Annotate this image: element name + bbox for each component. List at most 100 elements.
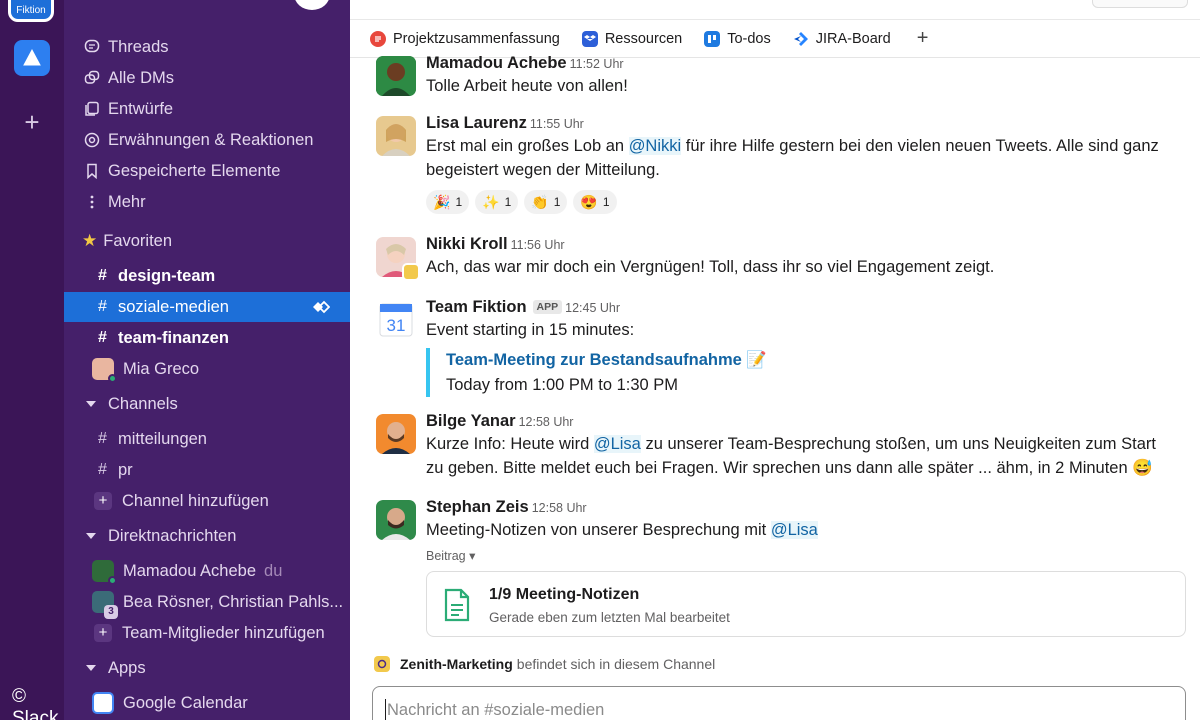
bookmarks-bar: Projektzusammenfassung Ressourcen To-dos… [350,20,1200,58]
dm-mia-greco[interactable]: Mia Greco [64,354,350,384]
avatar[interactable] [376,414,416,454]
reaction-heart-eyes[interactable]: 😍 1 [573,190,617,214]
sender-name[interactable]: Lisa Laurenz [426,114,527,132]
channel-design-team[interactable]: # design-team [64,261,350,291]
avatar[interactable] [376,500,416,540]
timestamp[interactable]: 11:52 Uhr [570,57,624,71]
user-avatar[interactable] [294,0,330,10]
post-attachment[interactable]: 1/9 Meeting-Notizen Gerade eben zum letz… [426,571,1186,637]
channel-pr[interactable]: # pr [64,455,350,485]
user-mention[interactable]: @Nikki [628,137,682,155]
sender-name[interactable]: Nikki Kroll [426,235,508,253]
dm-label: Bea Rösner, Christian Pahls... [123,592,344,611]
dm-mamadou-achebe[interactable]: Mamadou Achebe du [64,556,350,586]
user-mention[interactable]: @Lisa [593,435,641,453]
reaction-clap[interactable]: 👏 1 [524,190,568,214]
sidebar-item-label: Entwürfe [108,99,174,118]
reaction-count: 1 [455,195,463,209]
message-text: Tolle Arbeit heute von allen! [426,77,628,95]
sidebar-item-drafts[interactable]: Entwürfe [64,94,350,124]
event-time: Today from 1:00 PM to 1:30 PM [446,376,679,394]
sender-name[interactable]: Stephan Zeis [426,498,529,516]
sidebar-item-all-dms[interactable]: Alle DMs [64,63,350,93]
caret-down-icon [86,533,96,539]
text-segment: Meeting-Notizen von unserer Besprechung … [426,521,771,539]
post-toggle[interactable]: Beitrag ▾ [426,548,1166,563]
sidebar-item-more[interactable]: Mehr [64,187,350,217]
slack-watermark: © Slack [12,686,59,720]
event-link[interactable]: Team-Meeting zur Bestandsaufnahme 📝 [446,348,1166,372]
sidebar-item-threads[interactable]: Threads [64,32,350,62]
add-channel-label: Channel hinzufügen [122,491,269,510]
plus-icon: + [94,492,112,510]
reaction-count: 1 [553,195,561,209]
user-mention[interactable]: @Lisa [770,521,818,539]
sender-name[interactable]: Team Fiktion [426,298,527,316]
reaction-count: 1 [504,195,512,209]
message-composer[interactable]: Nachricht an #soziale-medien [372,686,1186,720]
sidebar-item-mentions[interactable]: Erwähnungen & Reaktionen [64,125,350,155]
apps-section-header[interactable]: Apps [64,654,350,682]
hash-icon: # [98,329,107,346]
timestamp[interactable]: 12:58 Uhr [532,501,587,515]
sidebar-item-label: Mehr [108,192,146,211]
hash-icon: # [98,267,107,284]
avatar[interactable] [376,237,420,281]
composer-placeholder: Nachricht an #soziale-medien [387,701,605,719]
sidebar-item-label: Threads [108,37,169,56]
hash-icon: # [98,430,107,447]
plus-icon: + [94,624,112,642]
add-channel-button[interactable]: + Channel hinzufügen [64,486,350,516]
fiktion-app-icon[interactable] [14,40,50,76]
avatar[interactable] [376,116,416,156]
workspace-tile[interactable]: Fiktion [8,0,54,22]
bookmark-todos[interactable]: To-dos [704,30,771,47]
app-google-calendar[interactable]: Google Calendar [64,688,350,718]
dm-group-bea-christian[interactable]: 3 Bea Rösner, Christian Pahls... [64,587,350,619]
google-calendar-icon[interactable]: 31 [376,300,416,340]
message-text: Meeting-Notizen von unserer Besprechung … [426,518,1166,542]
sidebar: Threads Alle DMs Entwürfe Erwähnungen & … [64,0,350,720]
text-segment: Erst mal ein großes Lob an [426,137,629,155]
timestamp[interactable]: 12:45 Uhr [565,301,620,315]
channel-label: mitteilungen [118,429,207,448]
post-subtitle: Gerade eben zum letzten Mal bearbeitet [489,610,730,625]
bookmark-ressourcen[interactable]: Ressourcen [581,30,683,47]
reactions: 🎉 1 ✨ 1 👏 1 😍 1 [426,190,1166,214]
google-calendar-icon [92,692,114,714]
status-emoji-icon [402,263,420,281]
sidebar-item-label: Alle DMs [108,68,175,87]
dropbox-icon [581,30,598,47]
channel-soziale-medien[interactable]: # soziale-medien [64,292,350,322]
timestamp[interactable]: 12:58 Uhr [519,415,574,429]
reaction-sparkles[interactable]: ✨ 1 [475,190,519,214]
sidebar-item-saved[interactable]: Gespeicherte Elemente [64,156,350,186]
section-label: Direktnachrichten [108,526,237,545]
bookmark-projektzusammenfassung[interactable]: Projektzusammenfassung [370,30,560,47]
sidebar-item-label: Erwähnungen & Reaktionen [108,130,314,149]
channel-team-finanzen[interactable]: # team-finanzen [64,323,350,353]
channels-section-header[interactable]: Channels [64,390,350,418]
event-attachment: Team-Meeting zur Bestandsaufnahme 📝 Toda… [426,348,1166,397]
text-segment: Kurze Info: Heute wird [426,435,594,453]
reaction-party[interactable]: 🎉 1 [426,190,470,214]
bookmark-jira-board[interactable]: JIRA-Board [793,31,891,47]
hash-icon: # [98,461,107,478]
member-avatars[interactable] [1092,0,1188,8]
avatar[interactable] [376,56,416,96]
section-label: Favoriten [103,231,173,250]
add-member-label: Team-Mitglieder hinzufügen [122,623,325,642]
add-workspace-button[interactable]: + [18,108,46,136]
add-member-button[interactable]: + Team-Mitglieder hinzufügen [64,618,350,648]
timestamp[interactable]: 11:55 Uhr [530,117,584,131]
timestamp[interactable]: 11:56 Uhr [511,238,565,252]
bookmark-label: Ressourcen [604,30,683,47]
favorites-section-header[interactable]: ★ Favoriten [64,227,350,255]
add-bookmark-button[interactable]: + [917,27,929,50]
sender-name[interactable]: Mamadou Achebe [426,54,567,72]
dms-section-header[interactable]: Direktnachrichten [64,522,350,550]
message-text: Ach, das war mir doch ein Vergnügen! Tol… [426,258,995,276]
channel-mitteilungen[interactable]: # mitteilungen [64,424,350,454]
app-name[interactable]: Zenith-Marketing [400,656,513,672]
sender-name[interactable]: Bilge Yanar [426,412,516,430]
